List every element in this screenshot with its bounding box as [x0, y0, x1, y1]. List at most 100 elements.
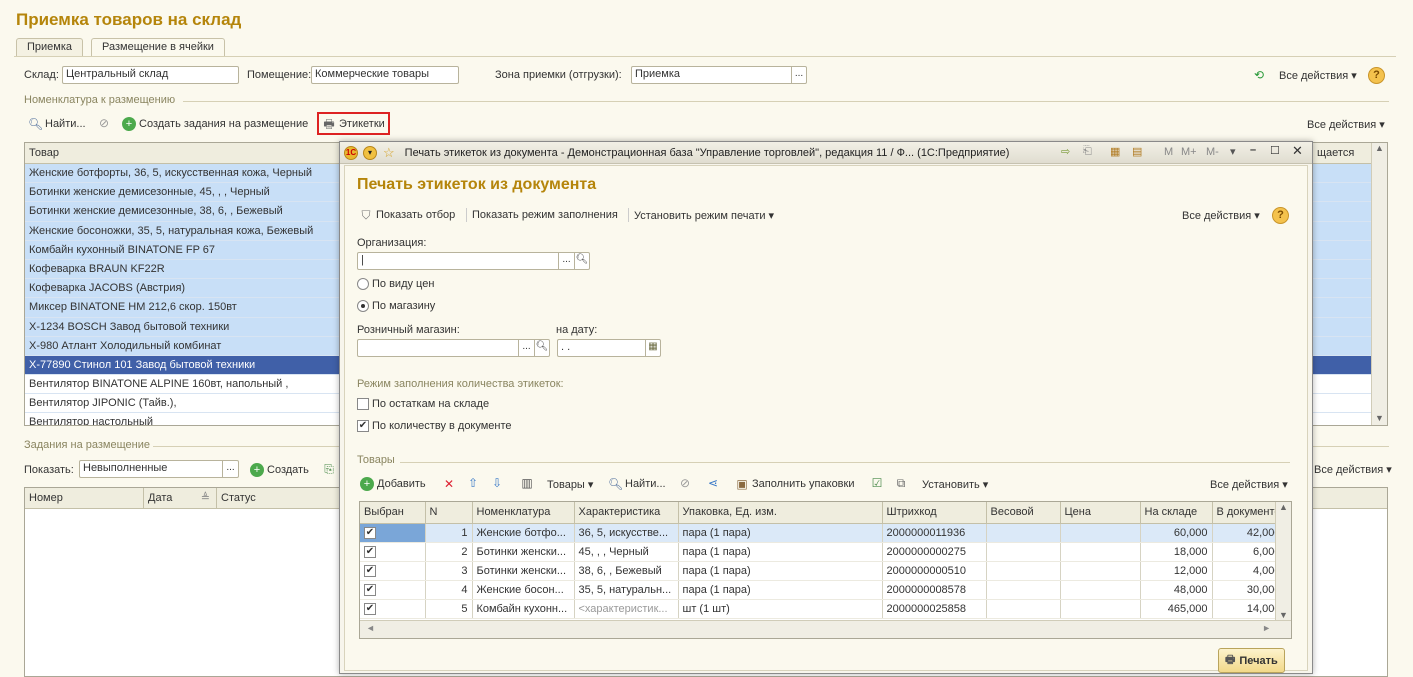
zona-field[interactable]: Приемка [631, 66, 807, 84]
nomenklatura-scrollbar[interactable]: ▲ ▼ [1371, 143, 1387, 425]
column-header[interactable]: Цена [1060, 502, 1141, 524]
show-fill-mode-button[interactable]: Показать режим заполнения [472, 209, 618, 221]
row-checkbox[interactable]: ✔ [364, 546, 376, 558]
column-header[interactable]: На складе [1140, 502, 1213, 524]
row-checkbox[interactable]: ✔ [364, 527, 376, 539]
add-button[interactable]: + Добавить [360, 477, 426, 491]
show-select-button[interactable]: ... [222, 461, 238, 477]
share-icon[interactable]: ⋖ [706, 476, 720, 490]
cancel-search-icon[interactable]: ⊘ [97, 116, 111, 130]
show-field[interactable]: Невыполненные [79, 460, 239, 478]
memory-mminus-button[interactable]: M- [1206, 146, 1219, 158]
all-actions-top[interactable]: Все действия ▾ [1279, 69, 1357, 83]
move-up-icon[interactable]: ⇧ [466, 476, 480, 490]
favorite-star-icon[interactable]: ☆ [383, 145, 395, 161]
uncheck-all-icon[interactable]: ⧉ [894, 476, 908, 490]
dropdown-icon[interactable]: ▾ [1230, 145, 1236, 158]
help-icon[interactable]: ? [1368, 67, 1385, 84]
tab-priemka[interactable]: Приемка [16, 38, 84, 56]
create-tasks-button[interactable]: + Создать задания на размещение [122, 117, 308, 131]
all-actions-modal[interactable]: Все действия ▾ [1182, 209, 1260, 223]
minimize-icon[interactable]: – [1250, 144, 1256, 156]
fill-packs-button[interactable]: ▣ Заполнить упаковки [735, 477, 854, 491]
org-select-button[interactable]: ... [558, 253, 574, 269]
column-header[interactable]: Упаковка, Ед. изм. [678, 502, 883, 524]
zona-select-button[interactable]: ... [791, 67, 806, 83]
org-search-icon[interactable]: 🔍︎ [574, 253, 589, 269]
org-label: Организация: [357, 237, 427, 249]
column-header-status[interactable]: Статус [217, 488, 256, 508]
nomenklatura-section: Номенклатура к размещению [24, 94, 176, 106]
sklad-field[interactable]: Центральный склад [62, 66, 239, 84]
maximize-icon[interactable]: ☐ [1270, 144, 1280, 157]
memory-m-button[interactable]: M [1164, 146, 1173, 158]
row-checkbox[interactable]: ✔ [364, 584, 376, 596]
column-header[interactable]: Характеристика [574, 502, 679, 524]
show-filter-button[interactable]: ⛉ Показать отбор [359, 208, 455, 222]
table-row[interactable]: ✔ 3 Ботинки женски... 38, 6, , Бежевый пара … [360, 561, 1286, 581]
cell-char: 35, 5, натуральн... [574, 580, 679, 600]
all-actions-goods[interactable]: Все действия ▾ [1210, 478, 1288, 492]
row-checkbox[interactable]: ✔ [364, 603, 376, 615]
column-header[interactable]: Весовой [986, 502, 1061, 524]
table-row[interactable]: ✔ 5 Комбайн кухонн... <характеристик... шт (… [360, 599, 1286, 619]
printer-icon: 🖶︎ [323, 116, 335, 131]
calendar-icon[interactable]: ▤ [1132, 145, 1142, 158]
all-actions-nomenklatura[interactable]: Все действия ▾ [1307, 118, 1385, 132]
store-select-button[interactable]: ... [518, 340, 534, 356]
bookmark-icon[interactable]: ⎗ [1083, 145, 1092, 158]
find-button[interactable]: 🔍︎ Найти... [28, 117, 86, 131]
menu-dropdown-icon[interactable]: ▾ [363, 145, 377, 160]
column-header-data[interactable]: Дата ≜ [144, 488, 217, 508]
app-logo-icon[interactable]: 1C [344, 145, 358, 160]
close-icon[interactable]: ✕ [1292, 143, 1303, 159]
labels-button[interactable]: 🖶︎ Этикетки [317, 112, 390, 135]
memory-mplus-button[interactable]: M+ [1181, 146, 1197, 158]
copy-icon[interactable]: ⎘ [322, 462, 336, 476]
all-actions-zadaniya[interactable]: Все действия ▾ [1314, 463, 1392, 477]
goods-menu-button[interactable]: Товары ▾ [547, 478, 593, 492]
set-menu-button[interactable]: Установить ▾ [922, 478, 988, 492]
org-field[interactable]: | [357, 252, 590, 270]
radio-price-type[interactable]: По виду цен [357, 278, 434, 290]
column-header[interactable]: Штрихкод [882, 502, 987, 524]
cell-stock: 465,000 [1140, 599, 1213, 619]
create-button[interactable]: + Создать [250, 463, 309, 477]
calendar-icon[interactable]: ▦ [645, 340, 660, 356]
tab-placement[interactable]: Размещение в ячейки [91, 38, 225, 57]
column-header-nomer[interactable]: Номер [25, 488, 144, 508]
column-header[interactable]: Выбран [360, 502, 426, 524]
find-button[interactable]: 🔍︎ Найти... [608, 477, 666, 491]
goods-scrollbar-h[interactable]: ◄ ► [360, 620, 1291, 638]
chk-doc[interactable]: ✔ По количеству в документе [357, 420, 512, 432]
row-checkbox[interactable]: ✔ [364, 565, 376, 577]
cell-stock: 48,000 [1140, 580, 1213, 600]
barcode-icon[interactable]: ▥ [520, 476, 534, 490]
radio-store[interactable]: По магазину [357, 300, 435, 312]
goods-scrollbar-v[interactable]: ▲ ▼ [1275, 502, 1291, 620]
table-row[interactable]: ✔ 2 Ботинки женски... 45, , , Черный пара (1… [360, 542, 1286, 562]
column-header[interactable]: Номенклатура [472, 502, 575, 524]
check-all-icon[interactable]: ☑ [870, 476, 884, 490]
cell-stock: 60,000 [1140, 523, 1213, 543]
print-button[interactable]: 🖶︎ Печать [1218, 648, 1285, 673]
delete-icon[interactable]: ✕ [442, 477, 456, 491]
calc-icon[interactable]: ▦ [1110, 145, 1120, 158]
refresh-icon[interactable]: ⟲ [1252, 68, 1266, 82]
cell-barcode: 2000000000275 [882, 542, 987, 562]
column-header[interactable]: N [425, 502, 473, 524]
date-label: на дату: [556, 324, 598, 336]
table-row[interactable]: ✔ 1 Женские ботфо... 36, 5, искусстве... пар… [360, 523, 1286, 543]
chk-stock[interactable]: По остаткам на складе [357, 398, 489, 410]
store-search-icon[interactable]: 🔍︎ [534, 340, 549, 356]
move-down-icon[interactable]: ⇩ [490, 476, 504, 490]
goto-icon[interactable]: ⇨ [1061, 145, 1070, 158]
cancel-search-icon[interactable]: ⊘ [678, 476, 692, 490]
sort-icon: ≜ [200, 492, 210, 504]
add-icon: + [122, 117, 136, 131]
help-icon[interactable]: ? [1272, 207, 1289, 224]
set-print-mode-button[interactable]: Установить режим печати ▾ [634, 209, 774, 223]
table-row[interactable]: ✔ 4 Женские босон... 35, 5, натуральн... пар… [360, 580, 1286, 600]
cell-n: 1 [425, 523, 473, 543]
pomesh-field[interactable]: Коммерческие товары [311, 66, 459, 84]
